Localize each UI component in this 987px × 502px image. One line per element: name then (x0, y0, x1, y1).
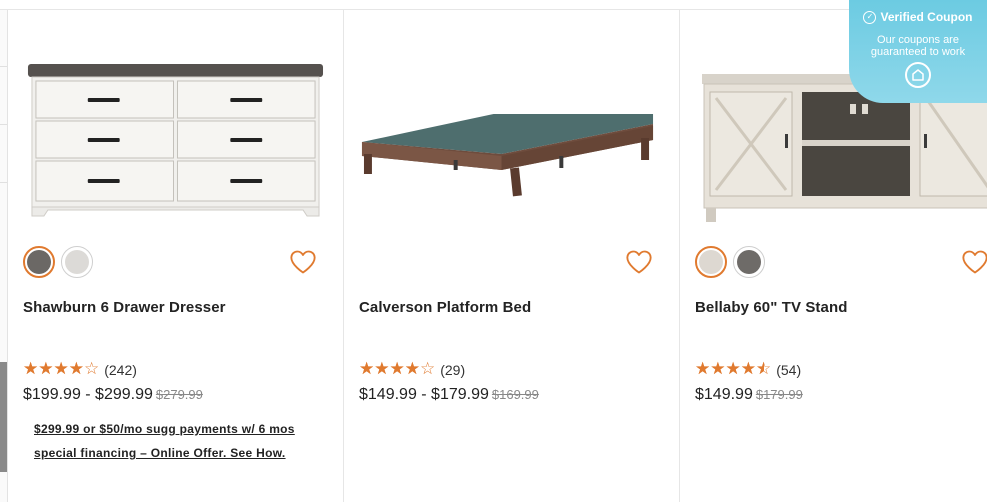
product-rating: ☆☆☆☆☆★★★★★ (29) (359, 361, 465, 378)
swatch-option[interactable] (23, 246, 55, 278)
product-rating: ☆☆☆☆☆★★★★★ (54) (695, 361, 801, 378)
coupon-title: Verified Coupon (880, 10, 973, 24)
previous-card-edge (0, 10, 8, 502)
product-image-dresser[interactable] (18, 44, 329, 240)
product-card-bed[interactable]: Calverson Platform Bed ☆☆☆☆☆★★★★★ (29) $… (344, 10, 680, 502)
shield-home-icon (905, 62, 931, 88)
coupon-subtitle: Our coupons are guaranteed to work (870, 34, 966, 58)
product-card-dresser[interactable]: Shawburn 6 Drawer Dresser ☆☆☆☆☆★★★★★ (24… (8, 10, 344, 502)
product-price: $199.99 - $299.99 $279.99 (23, 386, 203, 404)
swatch-option[interactable] (695, 246, 727, 278)
review-count[interactable]: (29) (440, 362, 465, 378)
edge-photo (0, 362, 7, 472)
price-range: $149.99 (695, 386, 753, 403)
product-title[interactable]: Bellaby 60" TV Stand (695, 299, 848, 316)
edge-divider (0, 66, 7, 67)
wishlist-heart-icon[interactable] (289, 249, 317, 275)
color-swatches (695, 246, 765, 278)
was-price: $279.99 (155, 387, 203, 402)
wishlist-heart-icon[interactable] (961, 249, 987, 275)
check-circle-icon: ✓ (863, 10, 877, 24)
was-price: $169.99 (491, 387, 539, 402)
product-title[interactable]: Calverson Platform Bed (359, 299, 531, 316)
product-title[interactable]: Shawburn 6 Drawer Dresser (23, 299, 226, 316)
verified-coupon-badge[interactable]: ✓ Verified Coupon Our coupons are guaran… (849, 0, 987, 103)
swatch-option[interactable] (733, 246, 765, 278)
star-icon: ☆☆☆☆☆★★★★★ (695, 359, 772, 379)
color-swatches (23, 246, 93, 278)
edge-divider (0, 182, 7, 183)
product-price: $149.99 $179.99 (695, 386, 803, 404)
coupon-header: ✓ Verified Coupon (849, 10, 987, 24)
price-range: $199.99 - $299.99 (23, 386, 153, 403)
review-count[interactable]: (54) (776, 362, 801, 378)
review-count[interactable]: (242) (104, 362, 137, 378)
star-icon: ☆☆☆☆☆★★★★★ (359, 359, 436, 379)
star-icon: ☆☆☆☆☆★★★★★ (23, 359, 100, 379)
product-rating: ☆☆☆☆☆★★★★★ (242) (23, 361, 137, 378)
was-price: $179.99 (755, 387, 803, 402)
product-image-bed[interactable] (354, 44, 665, 240)
price-range: $149.99 - $179.99 (359, 386, 489, 403)
financing-offer-link[interactable]: $299.99 or $50/mo sugg payments w/ 6 mos… (34, 417, 334, 465)
product-price: $149.99 - $179.99 $169.99 (359, 386, 539, 404)
wishlist-heart-icon[interactable] (625, 249, 653, 275)
swatch-option[interactable] (61, 246, 93, 278)
edge-divider (0, 124, 7, 125)
